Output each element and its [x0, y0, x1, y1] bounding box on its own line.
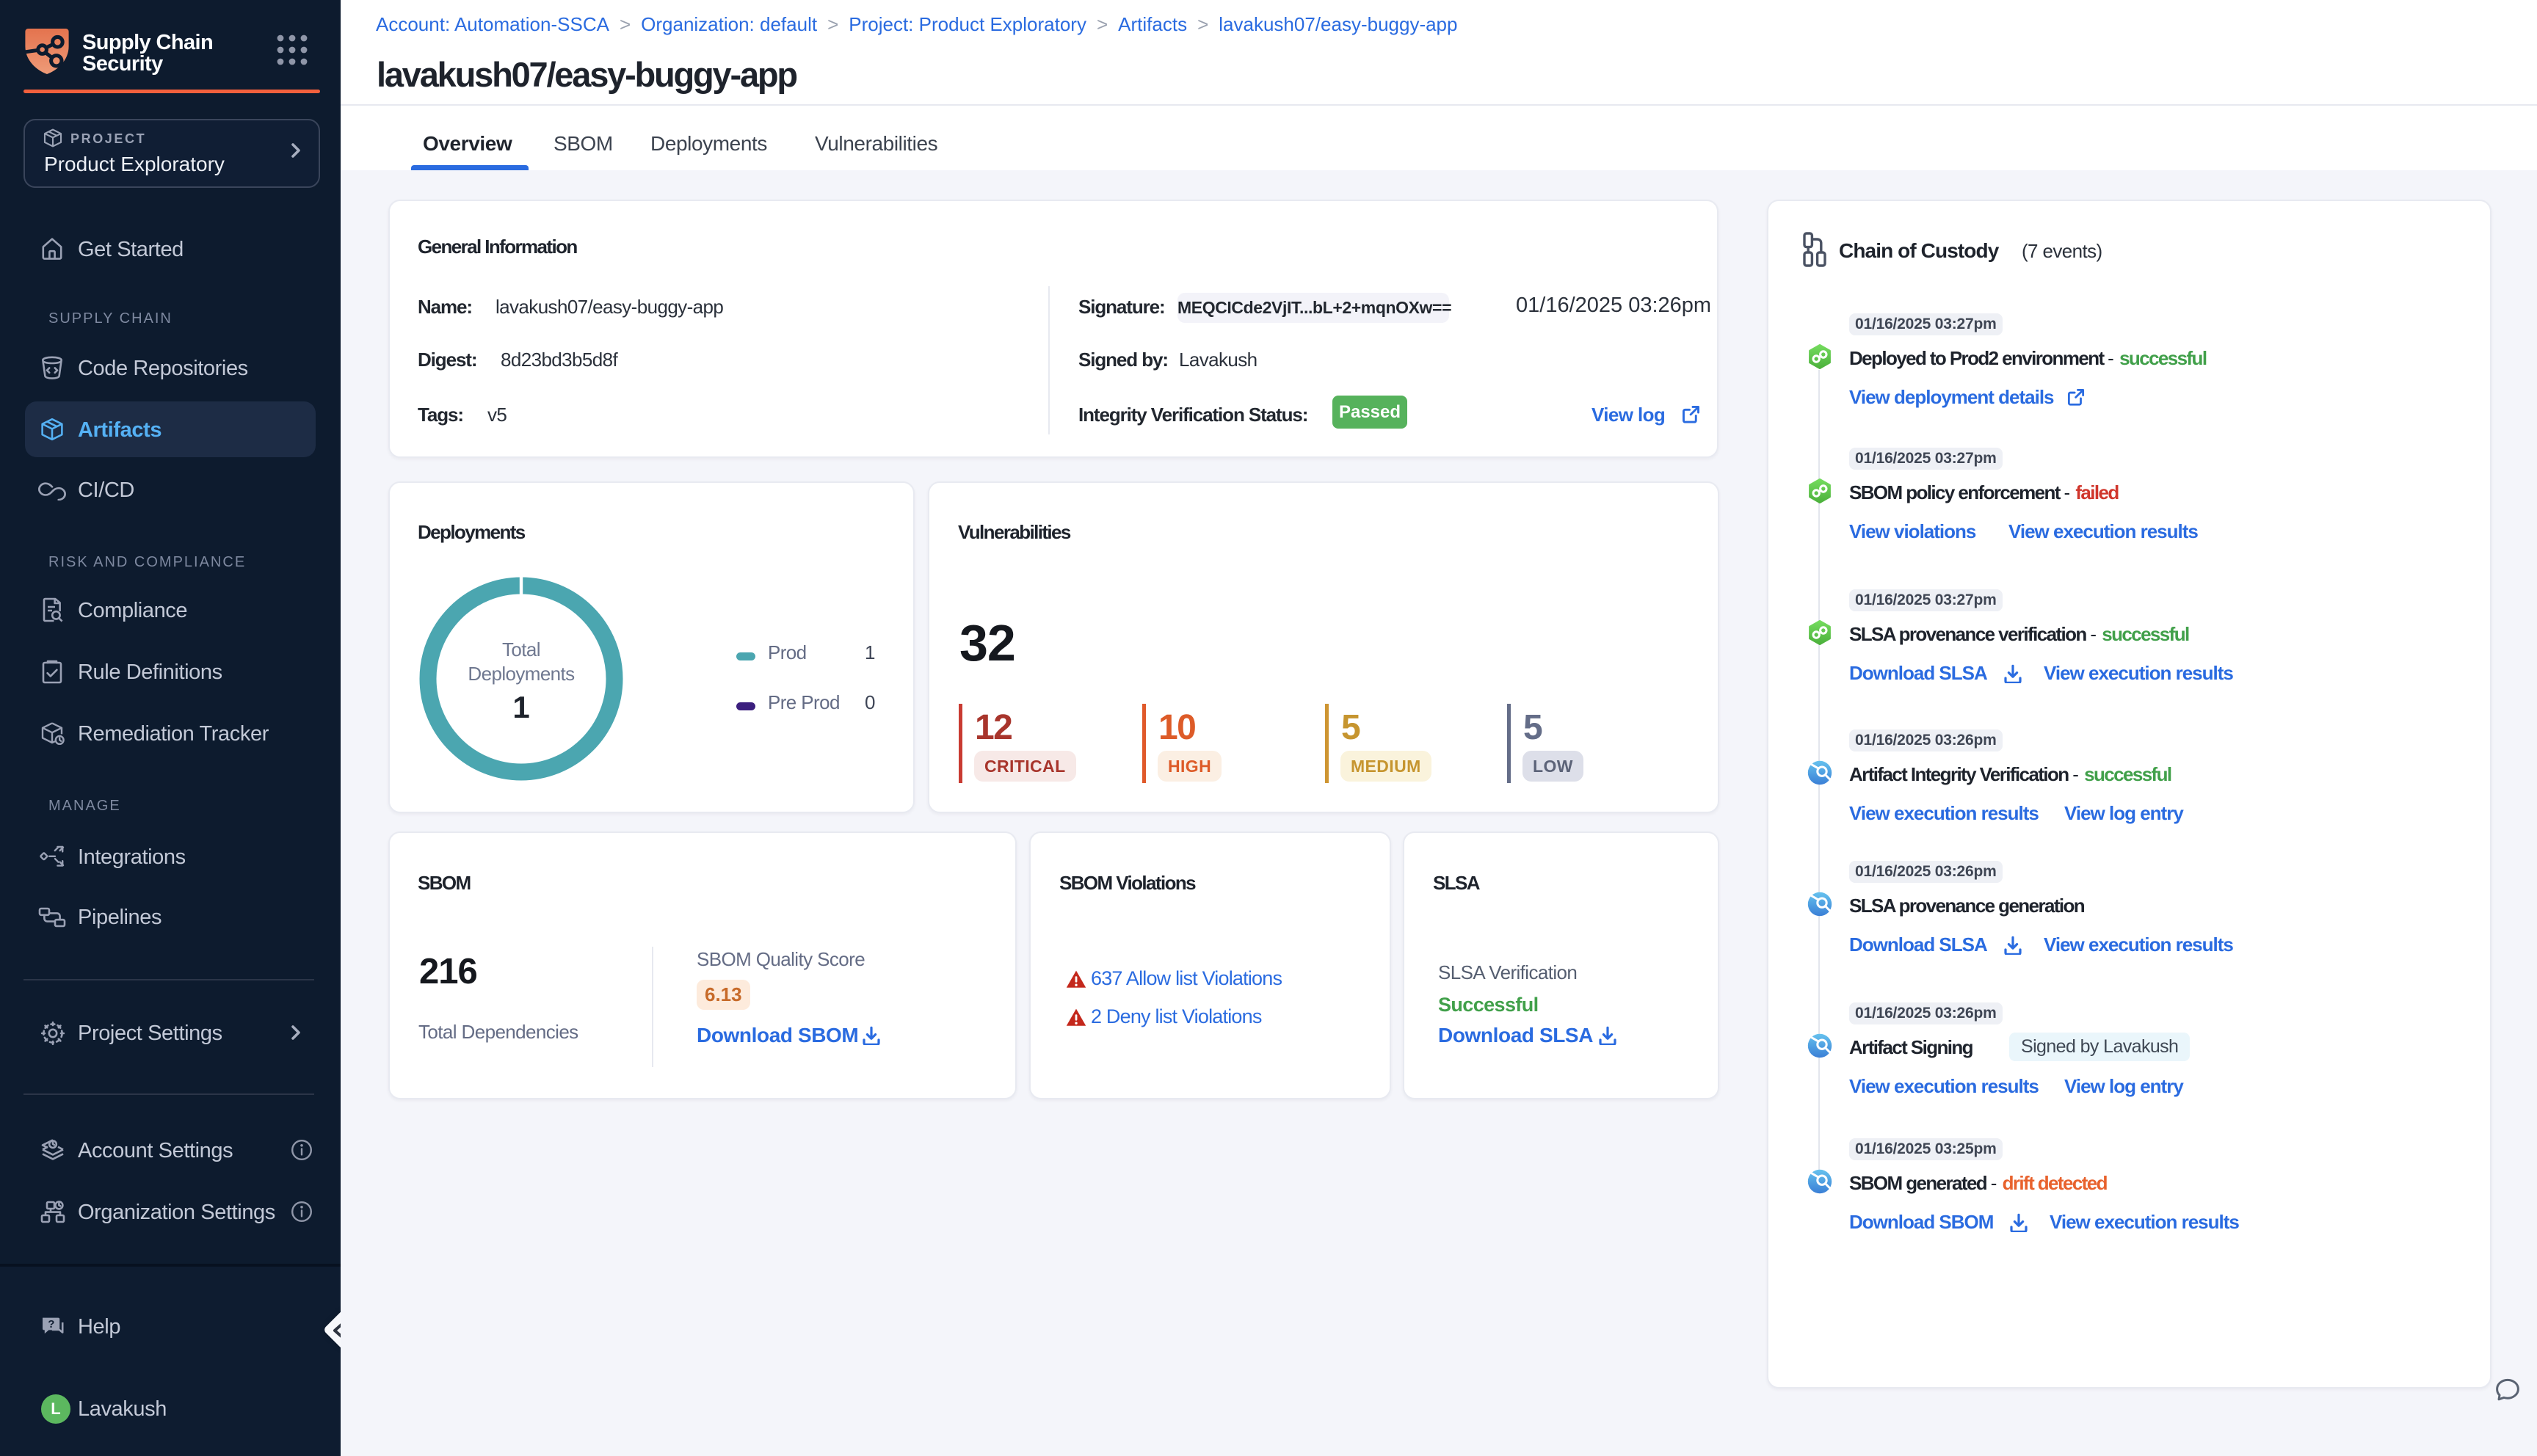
svg-text:?: ? — [48, 1318, 54, 1331]
